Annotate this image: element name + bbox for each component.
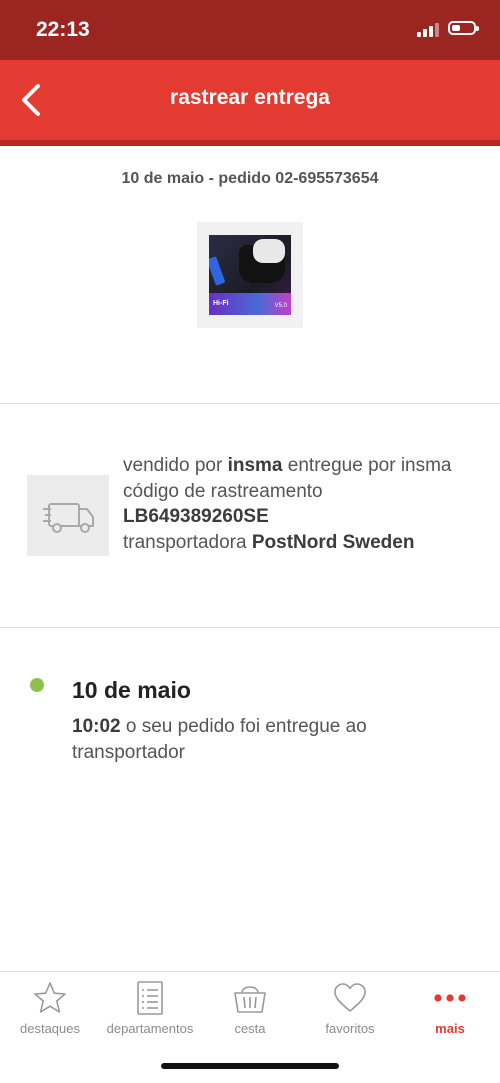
seller-line: vendido por insma entregue por insma: [123, 455, 452, 476]
more-dots-icon: [434, 994, 466, 1002]
seller-name: insma: [227, 455, 283, 476]
divider: [0, 627, 500, 628]
carrier-line: transportadora PostNord Sweden: [123, 531, 415, 553]
status-time: 22:13: [36, 18, 90, 41]
product-image: Hi-Fi V5.0: [209, 235, 291, 315]
product-image-version: V5.0: [274, 303, 287, 309]
tab-favoritos[interactable]: favoritos: [300, 972, 400, 1042]
tab-destaques[interactable]: destaques: [0, 972, 100, 1042]
signal-icon: [417, 23, 441, 37]
nav-bar: rastrear entrega: [0, 60, 500, 146]
product-thumbnail[interactable]: Hi-Fi V5.0: [197, 222, 303, 328]
basket-icon: [234, 986, 266, 1013]
list-icon: [137, 981, 163, 1015]
divider: [0, 403, 500, 404]
status-bar: 22:13: [0, 0, 500, 60]
delivered-by-name: insma: [400, 455, 452, 476]
event-date: 10 de maio: [72, 677, 191, 703]
product-image-text: Hi-Fi: [213, 300, 229, 307]
event-time: 10:02: [72, 716, 121, 737]
truck-icon: [43, 503, 94, 533]
star-icon: [34, 982, 66, 1013]
page-title: rastrear entrega: [170, 86, 330, 109]
tracking-code: LB649389260SE: [123, 506, 269, 527]
heart-icon: [334, 983, 366, 1012]
order-header: 10 de maio - pedido 02-695573654: [121, 170, 379, 187]
tracking-label: código de rastreamento: [123, 480, 323, 502]
tab-mais[interactable]: mais: [400, 972, 500, 1042]
battery-icon: [448, 21, 479, 35]
tab-cesta[interactable]: cesta: [200, 972, 300, 1042]
carrier-name: PostNord Sweden: [251, 531, 415, 553]
event-description: 10:02 o seu pedido foi entregue ao trans…: [72, 714, 472, 766]
shipment-icon-box: [27, 475, 109, 556]
shipment-details: vendido por insma entregue por insma cód…: [123, 453, 483, 555]
timeline-dot: [30, 678, 44, 692]
battery-level: [452, 25, 460, 31]
tab-departamentos[interactable]: departamentos: [100, 972, 200, 1042]
home-indicator[interactable]: [161, 1063, 339, 1069]
